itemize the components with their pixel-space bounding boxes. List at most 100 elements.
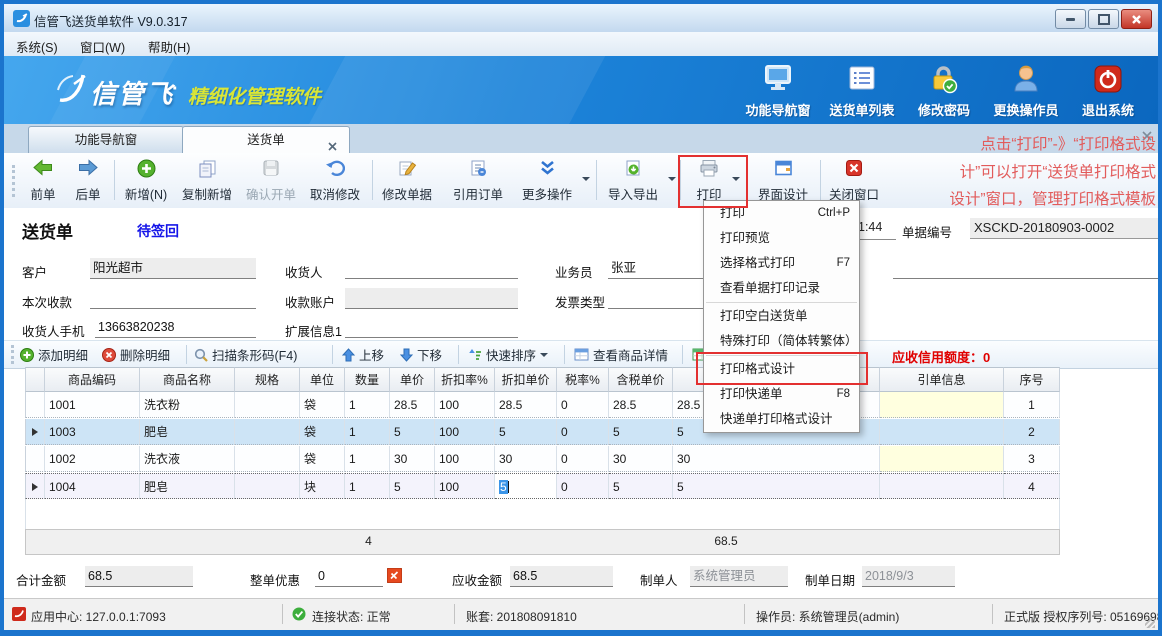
cell-tax-price[interactable]: 5 — [609, 419, 673, 445]
add-detail-button[interactable]: 添加明细 — [20, 341, 88, 368]
cell-ref[interactable] — [880, 446, 1004, 472]
col-header-name[interactable]: 商品名称 — [140, 367, 235, 392]
cell-tax-rate[interactable]: 0 — [557, 446, 609, 472]
discount-adjust-icon[interactable] — [387, 568, 402, 588]
invoice-type-field[interactable] — [608, 288, 706, 309]
copy-add-button[interactable]: 复制新增 — [176, 156, 238, 205]
cell-tax-rate[interactable]: 0 — [557, 419, 609, 445]
cell-spec[interactable] — [235, 473, 300, 499]
cell-qty[interactable]: 1 — [345, 473, 390, 499]
menu-window[interactable]: 窗口(W) — [80, 37, 125, 56]
cell-tax-rate[interactable]: 0 — [557, 473, 609, 499]
print-button[interactable]: 打印 — [688, 156, 730, 205]
cell-unit[interactable]: 袋 — [300, 419, 345, 445]
ui-design-button[interactable]: 界面设计 — [752, 156, 814, 205]
account-field[interactable] — [345, 288, 518, 309]
quick-sort-button[interactable]: 快速排序 — [468, 341, 548, 368]
menu-system[interactable]: 系统(S) — [16, 37, 58, 56]
cell-price[interactable]: 5 — [390, 473, 435, 499]
cell-ref[interactable] — [880, 473, 1004, 499]
phone-field[interactable]: 13663820238 — [95, 317, 256, 338]
cell-tax-price[interactable]: 5 — [609, 473, 673, 499]
total-amount-field[interactable]: 68.5 — [85, 566, 193, 587]
col-header-tax-price[interactable]: 含税单价 — [609, 367, 673, 392]
cell-amount[interactable]: 5 — [673, 473, 880, 499]
cell-ref[interactable] — [880, 419, 1004, 445]
tab-nav-window[interactable]: 功能导航窗 — [28, 126, 184, 153]
menu-help[interactable]: 帮助(H) — [148, 37, 190, 56]
menu-item-print-blank-note[interactable]: 打印空白送货单 — [704, 304, 859, 329]
payment-field[interactable] — [90, 288, 256, 309]
cell-spec[interactable] — [235, 419, 300, 445]
cell-price[interactable]: 28.5 — [390, 392, 435, 418]
ref-order-button[interactable]: 引用订单 — [446, 156, 510, 205]
menu-item-print-preview[interactable]: 打印预览 — [704, 226, 859, 251]
prev-doc-button[interactable]: 前单 — [20, 156, 66, 205]
add-new-button[interactable]: 新增(N) — [118, 156, 174, 205]
delete-detail-button[interactable]: 删除明细 — [102, 341, 170, 368]
import-export-caret-icon[interactable] — [668, 177, 676, 181]
close-button[interactable] — [1121, 9, 1152, 29]
col-header-unit[interactable]: 单位 — [300, 367, 345, 392]
cell-discount-price[interactable]: 5 — [495, 419, 557, 445]
next-doc-button[interactable]: 后单 — [66, 156, 110, 205]
customer-field[interactable]: 阳光超市 — [90, 258, 256, 279]
cell-spec[interactable] — [235, 392, 300, 418]
cell-price[interactable]: 30 — [390, 446, 435, 472]
cell-discount-rate[interactable]: 100 — [435, 473, 495, 499]
toolbar-drag-handle[interactable] — [12, 165, 15, 197]
print-caret-icon[interactable] — [732, 177, 740, 181]
close-window-button[interactable]: 关闭窗口 — [826, 156, 882, 205]
col-header-code[interactable]: 商品编码 — [45, 367, 140, 392]
cell-unit[interactable]: 袋 — [300, 446, 345, 472]
cell-tax-price[interactable]: 28.5 — [609, 392, 673, 418]
receivable-field[interactable]: 68.5 — [510, 566, 613, 587]
col-header-price[interactable]: 单价 — [390, 367, 435, 392]
cell-ref[interactable] — [880, 392, 1004, 418]
col-header-ref[interactable]: 引单信息 — [880, 367, 1004, 392]
ext1-field[interactable] — [345, 317, 518, 338]
doc-datetime-fragment[interactable]: 1:44 — [858, 220, 896, 240]
col-header-discount-rate[interactable]: 折扣率% — [435, 367, 495, 392]
menu-item-print-format-design[interactable]: 打印格式设计 — [704, 357, 859, 382]
detail-toolbar-drag-handle[interactable] — [11, 345, 14, 364]
cell-code[interactable]: 1002 — [45, 446, 140, 472]
cell-discount-rate[interactable]: 100 — [435, 419, 495, 445]
cell-tax-price[interactable]: 30 — [609, 446, 673, 472]
cell-discount-price-editing[interactable]: 5 — [495, 473, 557, 499]
cell-name[interactable]: 洗衣粉 — [140, 392, 235, 418]
cell-unit[interactable]: 袋 — [300, 392, 345, 418]
col-header-spec[interactable]: 规格 — [235, 367, 300, 392]
banner-action-exit-system[interactable]: 退出系统 — [1060, 62, 1156, 119]
move-up-button[interactable]: 上移 — [342, 341, 384, 368]
cell-unit[interactable]: 块 — [300, 473, 345, 499]
cell-qty[interactable]: 1 — [345, 419, 390, 445]
menu-item-select-format-print[interactable]: 选择格式打印F7 — [704, 251, 859, 276]
move-down-button[interactable]: 下移 — [400, 341, 442, 368]
cell-discount-price[interactable]: 30 — [495, 446, 557, 472]
cell-code[interactable]: 1001 — [45, 392, 140, 418]
cell-price[interactable]: 5 — [390, 419, 435, 445]
cell-qty[interactable]: 1 — [345, 392, 390, 418]
more-ops-button[interactable]: 更多操作 — [516, 156, 578, 205]
cell-code[interactable]: 1004 — [45, 473, 140, 499]
import-export-button[interactable]: 导入导出 — [602, 156, 664, 205]
tab-delivery-note[interactable]: 送货单 — [182, 126, 350, 154]
col-header-discount-price[interactable]: 折扣单价 — [495, 367, 557, 392]
cancel-edit-button[interactable]: 取消修改 — [304, 156, 366, 205]
scan-barcode-button[interactable]: 扫描条形码(F4) — [194, 341, 297, 368]
minimize-button[interactable] — [1055, 9, 1086, 29]
resize-grip[interactable] — [1145, 618, 1155, 628]
restore-button[interactable] — [1088, 9, 1119, 29]
cell-amount[interactable]: 30 — [673, 446, 880, 472]
unlabeled-field[interactable] — [893, 258, 1158, 279]
cell-qty[interactable]: 1 — [345, 446, 390, 472]
cell-spec[interactable] — [235, 446, 300, 472]
menu-item-print-express-sheet[interactable]: 打印快递单F8 — [704, 382, 859, 407]
col-header-qty[interactable]: 数量 — [345, 367, 390, 392]
menu-item-view-print-records[interactable]: 查看单据打印记录 — [704, 276, 859, 301]
banner-action-nav-window[interactable]: 功能导航窗 — [730, 62, 826, 119]
cell-discount-rate[interactable]: 100 — [435, 446, 495, 472]
cell-name[interactable]: 肥皂 — [140, 419, 235, 445]
cell-tax-rate[interactable]: 0 — [557, 392, 609, 418]
